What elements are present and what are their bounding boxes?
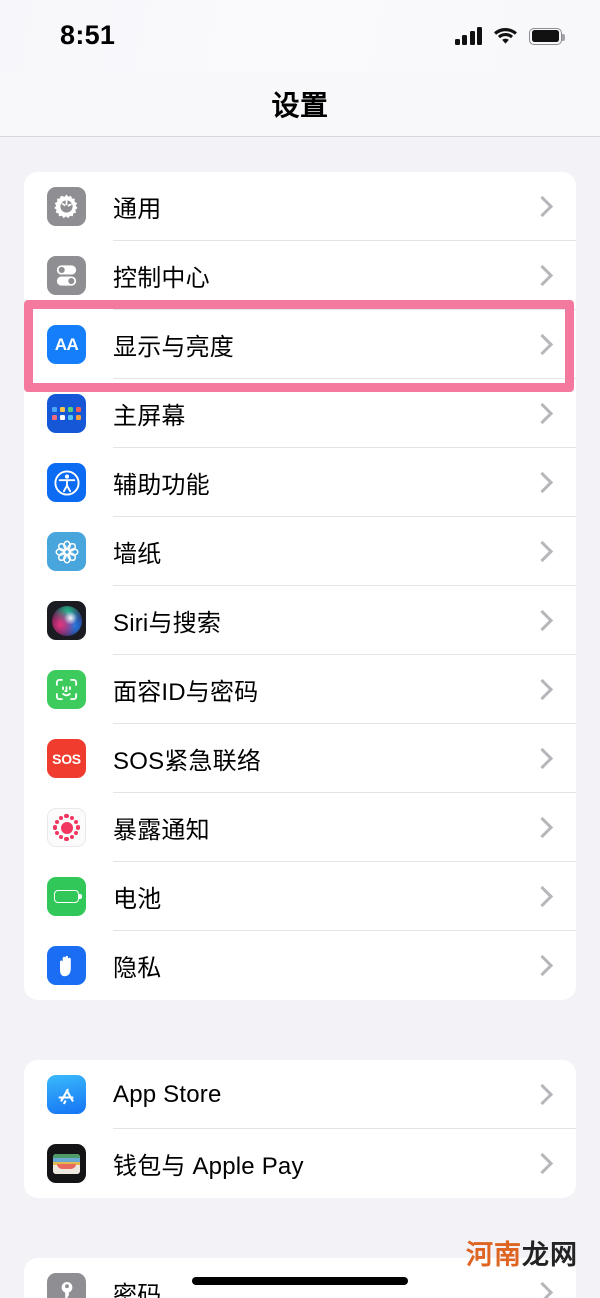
settings-row-emergency-sos[interactable]: SOS SOS紧急联络 bbox=[24, 724, 576, 793]
settings-row-label: 电池 bbox=[113, 886, 162, 913]
settings-row-home-screen[interactable]: 主屏幕 bbox=[24, 379, 576, 448]
status-bar: 8:51 bbox=[0, 0, 600, 72]
home-screen-icon bbox=[47, 394, 86, 433]
sos-icon-text: SOS bbox=[52, 750, 81, 767]
chevron-right-icon bbox=[531, 609, 554, 632]
chevron-right-icon bbox=[531, 333, 554, 356]
chevron-right-icon bbox=[531, 264, 554, 287]
nav-bar: 设置 bbox=[0, 72, 600, 137]
settings-row-accessibility[interactable]: 辅助功能 bbox=[24, 448, 576, 517]
settings-row-label: 钱包与 Apple Pay bbox=[113, 1153, 304, 1180]
settings-row-label: 暴露通知 bbox=[113, 817, 210, 844]
settings-row-wallpaper[interactable]: 墙纸 bbox=[24, 517, 576, 586]
settings-row-label: SOS紧急联络 bbox=[113, 748, 262, 775]
settings-row-privacy[interactable]: 隐私 bbox=[24, 931, 576, 1000]
chevron-right-icon bbox=[531, 540, 554, 563]
settings-group-system: 通用 控制中心 AA 显示与亮度 主屏幕 辅助功能 墙纸 Siri与搜索 面容I… bbox=[24, 172, 576, 1000]
settings-row-label: 面容ID与密码 bbox=[113, 679, 259, 706]
display-icon-text: AA bbox=[54, 334, 79, 354]
settings-row-label: 辅助功能 bbox=[113, 472, 210, 499]
settings-row-face-id-passcode[interactable]: 面容ID与密码 bbox=[24, 655, 576, 724]
settings-row-label: App Store bbox=[113, 1080, 222, 1108]
wifi-icon bbox=[494, 28, 517, 44]
settings-row-label: Siri与搜索 bbox=[113, 610, 222, 637]
chevron-right-icon bbox=[531, 885, 554, 908]
settings-row-label: 控制中心 bbox=[113, 265, 210, 292]
settings-row-label: 密码 bbox=[113, 1282, 162, 1298]
chevron-right-icon bbox=[531, 1281, 554, 1298]
settings-row-app-store[interactable]: App Store bbox=[24, 1060, 576, 1129]
app-store-icon bbox=[47, 1075, 86, 1114]
wallpaper-icon bbox=[47, 532, 86, 571]
cellular-signal-icon bbox=[454, 27, 482, 45]
chevron-right-icon bbox=[531, 471, 554, 494]
control-center-icon bbox=[47, 256, 86, 295]
watermark-part-a: 河南 bbox=[466, 1240, 522, 1270]
settings-row-siri-search[interactable]: Siri与搜索 bbox=[24, 586, 576, 655]
battery-full-icon bbox=[529, 27, 565, 45]
settings-row-control-center[interactable]: 控制中心 bbox=[24, 241, 576, 310]
settings-list[interactable]: 通用 控制中心 AA 显示与亮度 主屏幕 辅助功能 墙纸 Siri与搜索 面容I… bbox=[0, 138, 600, 1298]
settings-row-label: 通用 bbox=[113, 196, 162, 223]
exposure-notification-icon bbox=[47, 808, 86, 847]
page-title: 设置 bbox=[271, 90, 329, 121]
chevron-right-icon bbox=[531, 402, 554, 425]
settings-screen: 8:51 设置 通用 控制中心 AA 显示与亮度 主屏幕 辅助功能 墙纸 Sir… bbox=[0, 0, 600, 1298]
wallet-icon bbox=[47, 1144, 86, 1183]
battery-icon bbox=[47, 877, 86, 916]
settings-row-wallet-apple-pay[interactable]: App Store 钱包与 Apple Pay bbox=[24, 1129, 576, 1198]
chevron-right-icon bbox=[531, 678, 554, 701]
chevron-right-icon bbox=[531, 747, 554, 770]
chevron-right-icon bbox=[531, 816, 554, 839]
face-id-icon bbox=[47, 670, 86, 709]
status-indicators bbox=[454, 27, 565, 45]
settings-row-display-brightness[interactable]: AA 显示与亮度 bbox=[24, 310, 576, 379]
chevron-right-icon bbox=[531, 195, 554, 218]
settings-row-battery[interactable]: 电池 bbox=[24, 862, 576, 931]
watermark-part-b: 龙网 bbox=[522, 1240, 578, 1270]
sos-icon: SOS bbox=[47, 739, 86, 778]
siri-icon bbox=[47, 601, 86, 640]
settings-row-label: 显示与亮度 bbox=[113, 334, 234, 361]
gear-icon bbox=[47, 187, 86, 226]
chevron-right-icon bbox=[531, 954, 554, 977]
settings-row-label: 隐私 bbox=[113, 955, 162, 982]
home-indicator[interactable] bbox=[192, 1277, 408, 1285]
settings-group-stores: App Store App Store 钱包与 Apple Pay bbox=[24, 1060, 576, 1198]
privacy-hand-icon bbox=[47, 946, 86, 985]
chevron-right-icon bbox=[531, 1152, 554, 1175]
settings-row-label: 墙纸 bbox=[113, 541, 162, 568]
settings-row-general[interactable]: 通用 bbox=[24, 172, 576, 241]
settings-row-exposure-notifications[interactable]: 暴露通知 bbox=[24, 793, 576, 862]
status-time: 8:51 bbox=[60, 19, 116, 50]
chevron-right-icon bbox=[531, 1083, 554, 1106]
accessibility-icon bbox=[47, 463, 86, 502]
settings-row-label: 主屏幕 bbox=[113, 403, 186, 430]
key-icon bbox=[47, 1273, 86, 1298]
watermark: 河南龙网 bbox=[466, 1233, 578, 1272]
display-brightness-icon: AA bbox=[47, 325, 86, 364]
